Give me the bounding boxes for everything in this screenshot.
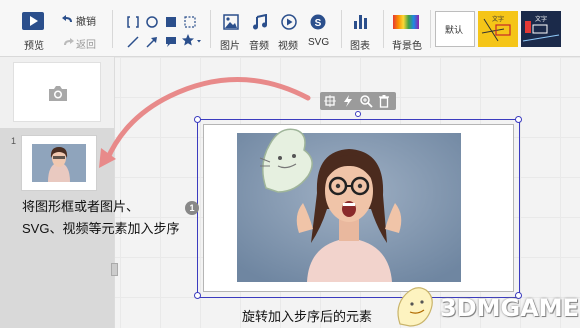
annotation-text: 将图形框或者图片、 SVG、视频等元素加入步序: [22, 196, 192, 240]
resize-handle-top-right[interactable]: [515, 116, 522, 123]
mascot-sticker: [259, 128, 313, 193]
chart-label: 图表: [350, 41, 370, 52]
theme-default-label: 默认: [445, 25, 464, 35]
toolbar: 预览 撤销 返回 图片 音频 视频 S SVG 图表 背景色 默认 文字 文字: [0, 0, 580, 57]
step-badge[interactable]: 1: [185, 201, 199, 215]
separator: [341, 10, 342, 48]
rotate-handle[interactable]: [355, 111, 361, 117]
watermark-mascot: [397, 287, 433, 327]
dashed-rect-shape-icon[interactable]: [184, 15, 196, 33]
svg-text:S: S: [315, 18, 322, 29]
bracket-shape-icon[interactable]: [127, 15, 139, 33]
undo-label: 撤销: [76, 17, 96, 28]
camera-icon: [49, 86, 67, 101]
image-icon: [223, 14, 239, 30]
preview-button[interactable]: 预览: [22, 12, 46, 52]
image-label: 图片: [220, 41, 240, 52]
bgcolor-label: 背景色: [392, 41, 422, 52]
color-palette-icon: [393, 15, 419, 29]
theme-dark-text: 文字: [535, 17, 548, 23]
zoom-icon[interactable]: [359, 94, 373, 108]
svg-label: SVG: [308, 37, 330, 48]
resize-handle-bottom-left[interactable]: [194, 292, 201, 299]
step-number: 1: [11, 136, 17, 146]
panel-resize-handle[interactable]: [111, 263, 118, 276]
separator: [210, 10, 211, 48]
undo-button[interactable]: 撤销: [62, 12, 102, 28]
annotation-line-2: SVG、视频等元素加入步序: [22, 221, 180, 236]
trash-icon[interactable]: [377, 94, 391, 108]
callout-shape-icon[interactable]: [165, 35, 177, 53]
bar-chart-icon: [354, 15, 367, 29]
circle-shape-icon[interactable]: [146, 15, 158, 33]
resize-handle-top-left[interactable]: [194, 116, 201, 123]
undo-icon: [62, 15, 72, 22]
theme-yellow[interactable]: 文字: [478, 11, 518, 47]
image-button[interactable]: 图片: [220, 13, 244, 52]
separator: [430, 10, 431, 48]
video-label: 视频: [278, 41, 298, 52]
separator: [112, 10, 113, 48]
step-thumbnail-photo: [32, 144, 86, 182]
line-shape-icon[interactable]: [127, 35, 139, 53]
rectangle-shape-icon[interactable]: [165, 15, 177, 33]
arrow-shape-icon[interactable]: [146, 35, 158, 53]
theme-default[interactable]: 默认: [435, 11, 475, 47]
redo-button[interactable]: 返回: [62, 35, 102, 51]
play-icon: [22, 12, 44, 30]
redo-icon: [64, 38, 74, 45]
crop-icon[interactable]: [323, 94, 337, 108]
redo-label: 返回: [76, 40, 96, 51]
video-button[interactable]: 视频: [278, 13, 302, 52]
bottom-caption: 旋转加入步序后的元素: [242, 309, 373, 324]
video-play-icon: [281, 14, 297, 30]
svg-icon: S: [310, 14, 326, 30]
theme-yellow-text: 文字: [492, 17, 505, 23]
step-thumbnail[interactable]: [21, 135, 97, 191]
chart-button[interactable]: 图表: [350, 13, 374, 52]
star-shape-icon[interactable]: [182, 34, 202, 52]
add-step-placeholder[interactable]: [13, 62, 101, 122]
bgcolor-button[interactable]: 背景色: [392, 13, 424, 52]
theme-dark[interactable]: 文字: [521, 11, 561, 47]
watermark-logo: 3DMGAME: [440, 294, 580, 322]
svg-button[interactable]: S SVG: [307, 13, 331, 51]
audio-button[interactable]: 音频: [249, 13, 273, 52]
preview-label: 预览: [24, 41, 44, 52]
element-float-toolbar: [320, 92, 396, 110]
lightning-icon[interactable]: [341, 94, 355, 108]
audio-label: 音频: [249, 41, 269, 52]
separator: [383, 10, 384, 48]
music-note-icon: [253, 14, 267, 30]
annotation-line-1: 将图形框或者图片、: [22, 199, 140, 214]
